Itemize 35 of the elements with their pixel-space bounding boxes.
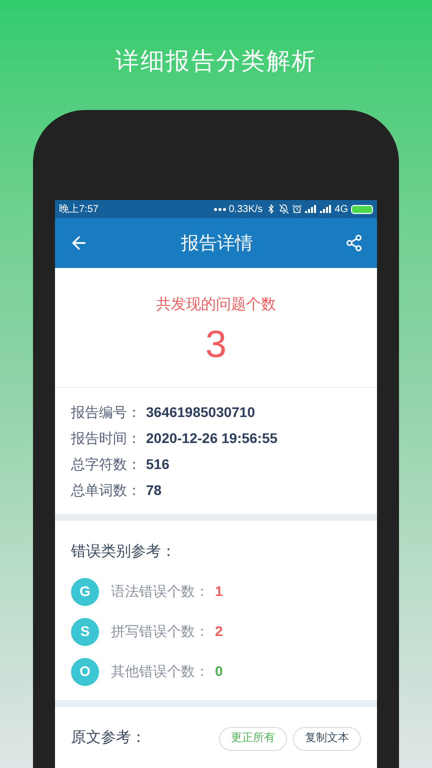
info-label: 总单词数： bbox=[71, 481, 142, 500]
info-label: 总字符数： bbox=[71, 455, 142, 474]
summary-label: 共发现的问题个数 bbox=[156, 295, 276, 315]
signal-icon bbox=[304, 205, 317, 213]
bluetooth-icon bbox=[266, 204, 276, 214]
category-count: 0 bbox=[215, 662, 223, 681]
battery-icon bbox=[351, 204, 373, 214]
category-badge: G bbox=[71, 578, 99, 606]
category-count: 1 bbox=[215, 582, 223, 601]
status-time: 晚上7:57 bbox=[59, 202, 98, 216]
category-badge: O bbox=[71, 658, 99, 686]
network-type: 4G bbox=[334, 202, 348, 216]
problem-count: 3 bbox=[205, 322, 227, 368]
original-title: 原文参考： bbox=[71, 728, 147, 748]
categories-title: 错误类别参考： bbox=[71, 542, 177, 562]
app-bar-title: 报告详情 bbox=[180, 232, 254, 254]
category-label: 其他错误个数： bbox=[111, 662, 209, 681]
headline: 详细报告分类解析 bbox=[115, 47, 317, 77]
category-badge: S bbox=[71, 618, 99, 646]
network-speed: 0.33K/s bbox=[228, 202, 263, 216]
pill-button[interactable]: 复制文本 bbox=[293, 726, 361, 750]
info-label: 报告编号： bbox=[71, 403, 142, 422]
category-count: 2 bbox=[215, 622, 223, 641]
category-label: 语法错误个数： bbox=[111, 582, 209, 601]
info-value: 516 bbox=[146, 455, 170, 474]
info-value: 36461985030710 bbox=[146, 403, 256, 422]
category-label: 拼写错误个数： bbox=[111, 622, 209, 641]
dots-icon bbox=[214, 208, 226, 210]
mute-icon bbox=[278, 204, 289, 214]
alarm-icon bbox=[292, 204, 302, 214]
signal-icon bbox=[320, 205, 332, 213]
info-label: 报告时间： bbox=[71, 429, 142, 448]
info-value: 2020-12-26 19:56:55 bbox=[146, 429, 278, 448]
info-value: 78 bbox=[146, 481, 162, 500]
share-icon[interactable] bbox=[345, 234, 363, 252]
